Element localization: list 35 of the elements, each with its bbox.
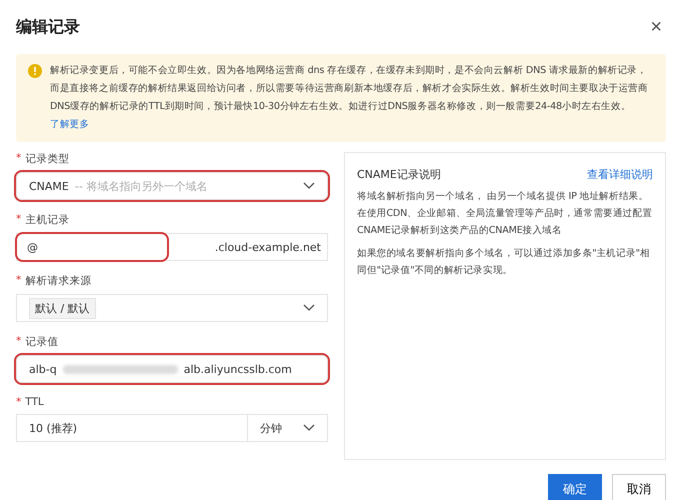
chevron-down-icon: [303, 304, 315, 312]
required-mark: *: [16, 213, 22, 227]
chevron-down-icon: [303, 424, 315, 432]
field-label: 记录值: [25, 335, 58, 349]
ttl-input[interactable]: 10 (推荐): [16, 414, 248, 442]
value-tag: 默认 / 默认: [29, 298, 96, 318]
required-mark: *: [16, 274, 22, 288]
warning-icon: [28, 64, 42, 78]
select-value: CNAME: [29, 180, 69, 192]
value-text: alb-q: [29, 362, 57, 376]
dialog-title: 编辑记录: [16, 16, 80, 38]
field-label: 记录类型: [25, 152, 70, 166]
help-paragraph: 如果您的域名要解析指向多个域名，可以通过添加多条"主机记录"相同但"记录值"不同的解析记录实现。: [357, 247, 651, 278]
confirm-button[interactable]: 确定: [548, 474, 602, 500]
field-label: TTL: [25, 396, 44, 408]
details-link[interactable]: 查看详细说明: [587, 167, 653, 182]
close-button[interactable]: ×: [646, 16, 666, 38]
help-title: CNAME记录说明: [357, 167, 441, 182]
value-input[interactable]: alb-q alb.aliyuncsslb.com: [16, 355, 328, 383]
learn-more-link[interactable]: 了解更多: [50, 119, 90, 130]
select-field[interactable]: CNAME -- 将域名指向另外一个域名: [16, 172, 328, 200]
select-hint: -- 将域名指向另外一个域名: [74, 178, 208, 194]
required-mark: *: [16, 335, 22, 349]
field-label: 主机记录: [25, 213, 70, 227]
help-paragraph: 将域名解析指向另一个域名， 由另一个域名提供 IP 地址解析结果。在使用CDN、企业邮箱、全局流量管理等产品时，通常需要通过配置CNAME记录解析到这类产品的CNAME接入域名: [357, 190, 653, 238]
field-label: 解析请求来源: [25, 274, 92, 288]
unit-value: 分钟: [260, 420, 282, 436]
select-field[interactable]: 默认 / 默认: [16, 294, 328, 322]
alert-message: 解析记录变更后，可能不会立即生效。因为各地网络运营商 dns 存在缓存，在缓存未到期时，是不会向云解析 DNS 请求最新的解析记录，而是直接将之前缓存的解析结果返回给访问者，所以需要等待运营商刷新本地缓存后，解析才会实际生效。解析生效时间主要取决于运营商DNS缓存的解析记录的TTL到期时间，预计最快10-30分钟左右生效。如进行过DNS服务器名称修改，则一般需要24-48小时左右生效。 了解更多: [50, 64, 649, 132]
chevron-down-icon: [303, 182, 315, 190]
value-text: alb.aliyuncsslb.com: [184, 362, 292, 376]
unit-select[interactable]: 分钟: [248, 414, 328, 442]
required-mark: *: [16, 396, 22, 408]
cancel-button[interactable]: 取消: [612, 474, 666, 500]
required-mark: *: [16, 152, 22, 166]
